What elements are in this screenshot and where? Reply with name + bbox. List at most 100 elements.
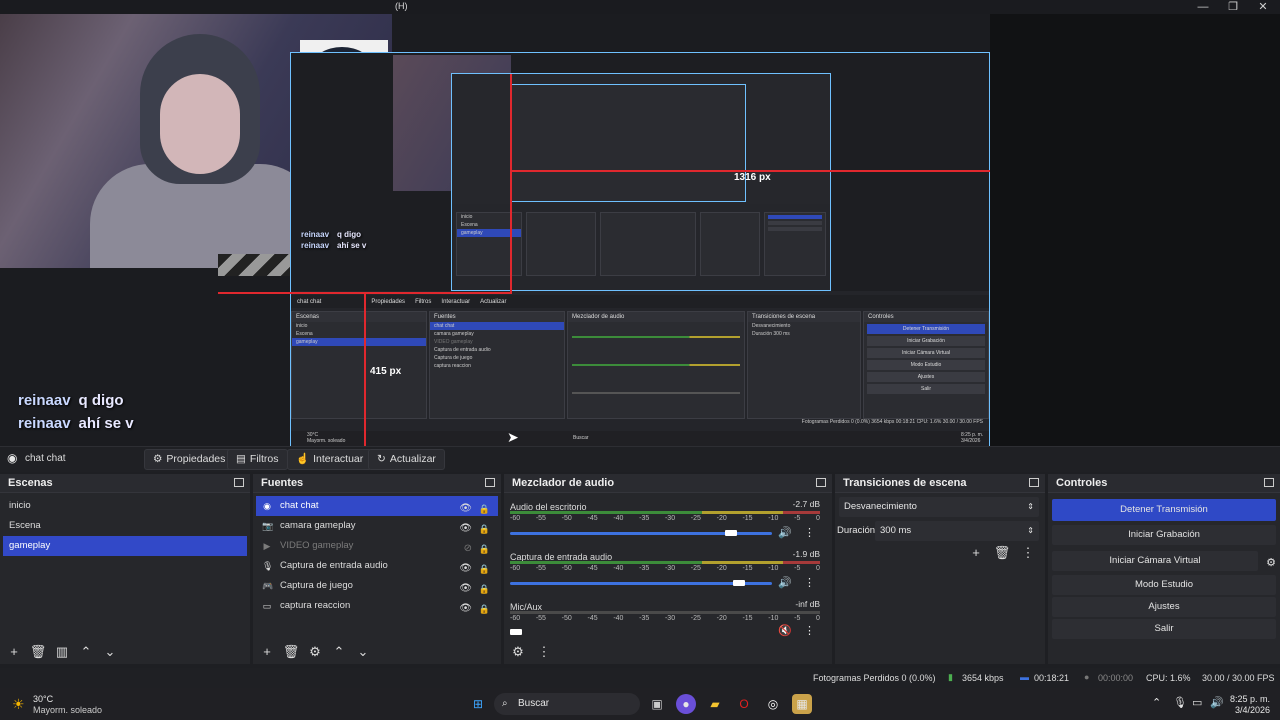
weather-icon[interactable]: ☀ [12, 696, 25, 713]
undock-icon[interactable] [234, 478, 244, 487]
speaker-icon[interactable]: 🔊 [778, 526, 792, 539]
start-recording-button[interactable]: Iniciar Grabación [1052, 525, 1276, 545]
obs-icon[interactable]: ◎ [763, 694, 783, 714]
more-options-icon[interactable]: ⋮ [804, 526, 815, 539]
stop-stream-button[interactable]: Detener Transmisión [1052, 499, 1276, 521]
trash-icon[interactable]: 🗑 [282, 643, 300, 661]
task-view-icon[interactable]: ▣ [647, 694, 667, 714]
lock-icon[interactable]: 🔒 [479, 599, 490, 619]
volume-knob[interactable] [732, 580, 745, 586]
source-item[interactable]: 📷 camara gameplay 👁 🔒 [256, 516, 498, 536]
nested-obs-capture: inicio Escena gameplay reinaav q digo reina… [290, 52, 990, 446]
filters-button[interactable]: ▤ Filtros [227, 449, 288, 470]
app-icon[interactable]: ▦ [792, 694, 812, 714]
eye-icon[interactable]: 👁 [459, 599, 472, 619]
meter-tick: -20 [716, 565, 727, 572]
undock-icon[interactable] [485, 478, 495, 487]
source-item[interactable]: ◉ chat chat 👁 🔒 [256, 496, 498, 516]
microphone-icon[interactable]: 🎙 [1173, 696, 1187, 709]
properties-button[interactable]: ⚙ Propiedades [144, 449, 235, 470]
source-item[interactable]: ▭ captura reaccion 👁 🔒 [256, 596, 498, 616]
scene-item-escena[interactable]: Escena [3, 516, 247, 536]
track-db: -1.9 dB [792, 549, 820, 559]
minimize-button[interactable]: — [1187, 0, 1219, 14]
more-options-icon[interactable]: ⋮ [1019, 544, 1037, 562]
duration-label: Duración [837, 525, 876, 536]
search-icon: ⌕ [502, 698, 508, 709]
undock-icon[interactable] [1029, 478, 1039, 487]
move-down-icon[interactable]: ⌄ [354, 643, 372, 661]
search-box[interactable]: ⌕ Buscar [494, 693, 640, 715]
duration-input[interactable]: 300 ms ⇕ [875, 521, 1039, 541]
move-up-icon[interactable]: ⌃ [330, 643, 348, 661]
record-icon: ● [1084, 672, 1090, 682]
start-virtualcam-button[interactable]: Iniciar Cámara Virtual [1052, 551, 1258, 571]
duration-value: 300 ms [880, 525, 912, 536]
opera-icon[interactable]: O [734, 694, 754, 714]
meter-tick: -5 [794, 565, 801, 572]
nested-sources-dock: Fuentes chat chat camara gameplay VIDEO … [429, 311, 565, 419]
source-label: Captura de juego [280, 580, 353, 591]
clock-time[interactable]: 8:25 p. m. [1228, 694, 1270, 704]
filter-icon[interactable]: ▥ [53, 643, 71, 661]
hazard-stripe [218, 254, 290, 276]
clock-date[interactable]: 3/4/2026 [1228, 705, 1270, 715]
network-icon[interactable]: ▭ [1192, 696, 1202, 709]
gear-icon[interactable]: ⚙ [509, 643, 527, 661]
meter-tick: -20 [716, 615, 727, 622]
meter-ticks: -60 -55 -50 -45 -40 -35 -30 -25 -20 -15 -10 -5 0 [510, 565, 820, 572]
preview-canvas[interactable]: reinaav q digo reinaav ahí se v inicio Esce… [0, 14, 990, 446]
meter-tick: -5 [794, 515, 801, 522]
volume-knob[interactable] [725, 530, 737, 536]
controls-title: Controles [1048, 474, 1280, 493]
speaker-icon[interactable]: 🔊 [1210, 696, 1224, 709]
move-up-icon[interactable]: ⌃ [77, 643, 95, 661]
preview-area[interactable]: reinaav q digo reinaav ahí se v inicio Esce… [0, 14, 1280, 446]
interact-button[interactable]: ☝ Interactuar [287, 449, 373, 470]
trash-icon[interactable]: 🗑 [993, 544, 1011, 562]
refresh-button[interactable]: ↻ Actualizar [368, 449, 445, 470]
trash-icon[interactable]: 🗑 [29, 643, 47, 661]
chat-app-icon[interactable]: ● [676, 694, 696, 714]
add-scene-button[interactable]: + [5, 643, 23, 661]
mini-stop-button [768, 215, 822, 219]
more-options-icon[interactable]: ⋮ [804, 576, 815, 589]
meter-tick: -55 [535, 565, 546, 572]
chevron-up-icon[interactable]: ⌃ [1152, 696, 1161, 709]
mixer-track: Audio del escritorio -2.7 dB -60 -55 -50 -4… [510, 499, 820, 547]
close-button[interactable]: ✕ [1247, 0, 1279, 14]
scene-item-gameplay[interactable]: gameplay [3, 536, 247, 556]
nested-scene: Escena [296, 331, 313, 337]
source-item[interactable]: 🎮 Captura de juego 👁 🔒 [256, 576, 498, 596]
undock-icon[interactable] [1264, 478, 1274, 487]
studio-mode-button[interactable]: Modo Estudio [1052, 575, 1276, 595]
mixer-title-text: Mezclador de audio [512, 477, 615, 489]
speaker-icon[interactable]: 🔊 [778, 576, 792, 589]
source-label: captura reaccion [280, 600, 351, 611]
restore-button[interactable]: ❐ [1217, 0, 1249, 14]
source-item[interactable]: ▶ VIDEO gameplay ⊘ 🔒 [256, 536, 498, 556]
scene-item-inicio[interactable]: inicio [3, 496, 247, 516]
undock-icon[interactable] [816, 478, 826, 487]
more-options-icon[interactable]: ⋮ [535, 643, 553, 661]
move-down-icon[interactable]: ⌄ [101, 643, 119, 661]
exit-button[interactable]: Salir [1052, 619, 1276, 639]
nested-ctrl: Iniciar Cámara Virtual [867, 348, 985, 358]
chat-username: reinaav [301, 230, 330, 239]
muted-speaker-icon[interactable]: 🔇 [778, 624, 792, 637]
nested-inner-capture: inicio Escena gameplay [451, 73, 831, 291]
volume-knob[interactable] [510, 629, 522, 635]
settings-button[interactable]: Ajustes [1052, 597, 1276, 617]
more-options-icon[interactable]: ⋮ [804, 624, 815, 637]
source-item[interactable]: 🎙 Captura de entrada audio 👁 🔒 [256, 556, 498, 576]
transition-select[interactable]: Desvanecimiento ⇕ [839, 497, 1039, 517]
add-source-button[interactable]: + [258, 643, 276, 661]
windows-start-icon[interactable]: ⊞ [468, 694, 488, 714]
gear-icon[interactable]: ⚙ [306, 643, 324, 661]
add-transition-button[interactable]: + [967, 544, 985, 562]
nested-duration-label: Duración [752, 331, 773, 337]
folder-icon[interactable]: ▰ [705, 694, 725, 714]
scenes-list: inicio Escena gameplay [0, 493, 250, 556]
chat-line: reinaav ahí se v [18, 415, 134, 432]
gear-icon[interactable]: ⚙ [1262, 556, 1280, 569]
